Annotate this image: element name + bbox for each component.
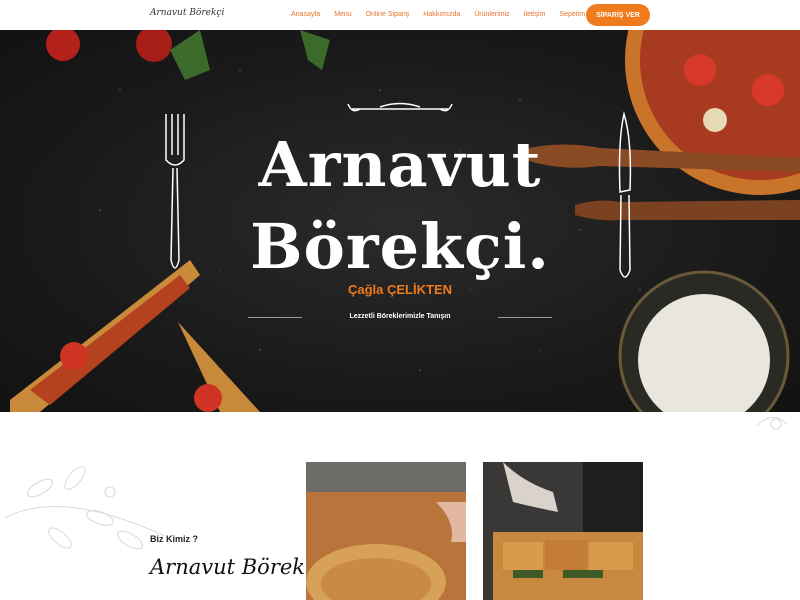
site-header: Arnavut Börekçi Anasayfa Menu Online Sip…	[0, 0, 800, 30]
nav-item-about[interactable]: Hakkımızda	[423, 11, 460, 18]
divider-right	[498, 317, 552, 318]
nav-item-contact[interactable]: İletişim	[524, 11, 546, 18]
leaf-decoration-icon	[756, 417, 788, 430]
hero-tagline: Lezzetli Böreklerimizle Tanışın	[349, 313, 451, 320]
main-nav: Anasayfa Menu Online Sipariş Hakkımızda …	[291, 11, 599, 18]
site-logo[interactable]: Arnavut Börekçi	[150, 8, 224, 18]
about-title: Arnavut Börekçi	[150, 555, 324, 579]
nav-item-menu[interactable]: Menu	[334, 11, 352, 18]
hero-title-line1: Arnavut	[258, 128, 542, 201]
hero-banner: Arnavut Börekçi. Çağla ÇELİKTEN Lezzetli…	[0, 30, 800, 412]
order-button[interactable]: SİPARİŞ VER	[586, 4, 650, 26]
product-photo-1	[306, 462, 466, 600]
nav-item-home[interactable]: Anasayfa	[291, 11, 320, 18]
nav-item-online-order[interactable]: Online Sipariş	[366, 11, 410, 18]
nav-item-cart[interactable]: Sepetim	[559, 11, 585, 18]
nav-item-products[interactable]: Ürünlerimiz	[474, 11, 509, 18]
hero-title-line2: Börekçi.	[250, 210, 550, 283]
olive-branch-icon	[4, 466, 166, 550]
about-heading: Biz Kimiz ?	[150, 534, 199, 544]
hero-subtitle: Çağla ÇELİKTEN	[347, 282, 452, 297]
about-section: Biz Kimiz ? Arnavut Börekçi	[0, 412, 800, 600]
product-photo-2	[483, 462, 643, 600]
